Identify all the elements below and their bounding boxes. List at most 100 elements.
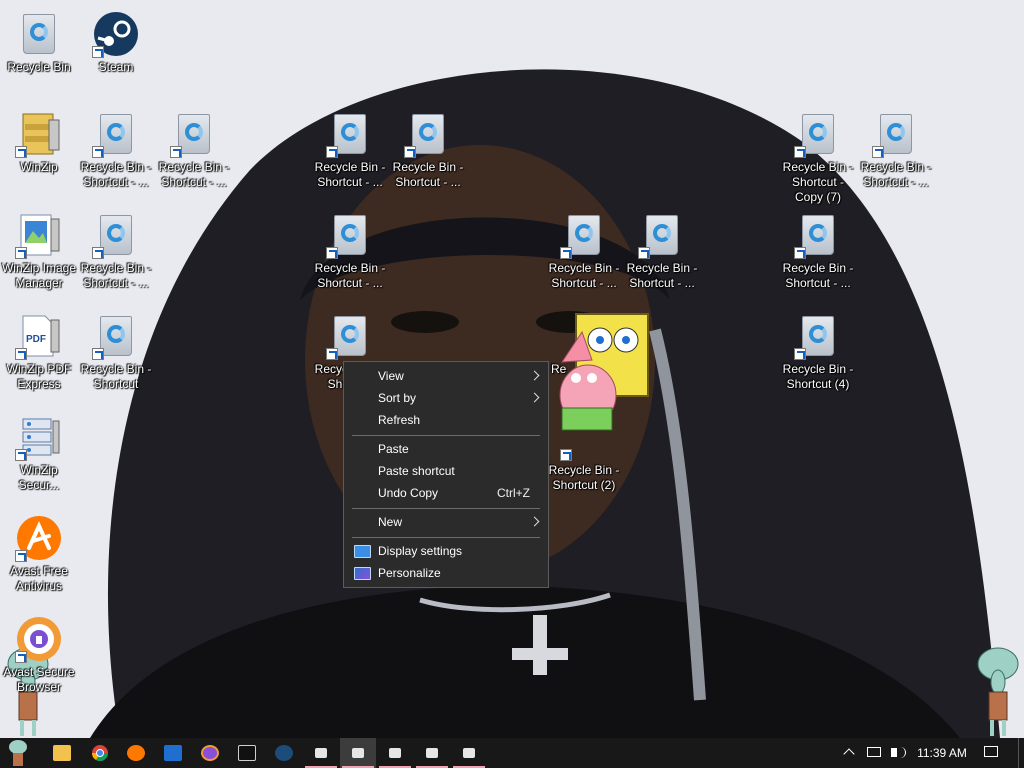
recycle-bin-shortcut-2[interactable]: Recycle Bin - Shortcut (2) bbox=[545, 413, 623, 493]
icon-label: Recycle Bin - Shortcut - ... bbox=[860, 160, 932, 189]
icon-label: Recycle Bin - Shortcut - ... bbox=[80, 160, 152, 189]
chevron-right-icon bbox=[529, 370, 540, 381]
taskbar-winzip[interactable] bbox=[155, 738, 191, 768]
recycle-bin-shortcut[interactable]: Recycle Bin - Shortcut - ... bbox=[623, 211, 701, 291]
taskbar-chrome[interactable] bbox=[82, 738, 118, 768]
icon-label: WinZip bbox=[20, 160, 58, 174]
action-center-button[interactable] bbox=[980, 738, 1002, 768]
icon-label: Re bbox=[551, 362, 567, 376]
icon-label: Recycle Bin - Shortcut - Copy (7) bbox=[782, 160, 854, 204]
taskbar-avast[interactable] bbox=[118, 738, 154, 768]
window-icon bbox=[389, 748, 401, 758]
menu-separator bbox=[352, 508, 540, 509]
recycle-bin-shortcut-4[interactable]: Recycle Bin - Shortcut (4) bbox=[779, 312, 857, 392]
recycle-bin-shortcut[interactable]: Recycle Bin - Shortcut - ... bbox=[311, 211, 389, 291]
taskbar-avast-secure-browser[interactable] bbox=[192, 738, 228, 768]
icon-label: Recycle Bin - Shortcut (4) bbox=[782, 362, 854, 391]
chevron-right-icon bbox=[529, 392, 540, 403]
winzip-shortcut[interactable]: WinZip bbox=[0, 110, 78, 175]
taskbar-steam[interactable] bbox=[266, 738, 302, 768]
menu-item-display-settings[interactable]: Display settings bbox=[344, 540, 548, 562]
recycle-bin-shortcut[interactable]: Recycle Bin - Shortcut - ... bbox=[77, 211, 155, 291]
winzip-icon bbox=[164, 745, 182, 761]
personalize-icon bbox=[354, 567, 371, 580]
menu-separator bbox=[352, 537, 540, 538]
recycle-bin[interactable]: Recycle Bin bbox=[0, 10, 78, 75]
icon-label: Recycle Bin - Shortcut (2) bbox=[548, 463, 620, 492]
avast-free-antivirus-shortcut[interactable]: Avast Free Antivirus bbox=[0, 514, 78, 594]
icon-label: Recycle Bin - Shortcut bbox=[80, 362, 152, 391]
clock[interactable]: 11:39 AM bbox=[914, 738, 970, 768]
recycle-bin-shortcut[interactable]: Recycle Bin - Shortcut - ... bbox=[857, 110, 935, 190]
clock-time: 11:39 AM bbox=[917, 746, 967, 760]
menu-item-new[interactable]: New bbox=[344, 511, 548, 533]
show-hidden-icons-button[interactable] bbox=[840, 738, 860, 768]
taskbar-window-3[interactable] bbox=[377, 738, 413, 768]
menu-item-undo-copy[interactable]: Undo Copy Ctrl+Z bbox=[344, 482, 548, 504]
avast-secure-browser-shortcut[interactable]: Avast Secure Browser bbox=[0, 615, 78, 695]
icon-label: WinZip Secur... bbox=[18, 463, 60, 492]
taskbar-file-explorer[interactable] bbox=[44, 738, 80, 768]
menu-item-label: View bbox=[378, 369, 404, 383]
cmd-icon bbox=[238, 745, 256, 761]
notification-icon bbox=[984, 746, 998, 757]
menu-item-view[interactable]: View bbox=[344, 365, 548, 387]
volume-button[interactable] bbox=[888, 738, 910, 768]
icon-label: Recycle Bin bbox=[7, 60, 71, 74]
recycle-bin-shortcut-copy[interactable]: Recycle Bin - Shortcut - Copy (7) bbox=[779, 110, 857, 205]
chevron-right-icon bbox=[529, 516, 540, 527]
recycle-bin-shortcut[interactable]: Recycle Bin - Shortcut - ... bbox=[155, 110, 233, 190]
avast-icon bbox=[127, 745, 145, 761]
icon-label: Recycle Bin - Shortcut - ... bbox=[80, 261, 152, 290]
menu-item-label: Undo Copy bbox=[378, 486, 439, 500]
recycle-bin-shortcut[interactable]: Recycle Bin - Shortcut - ... bbox=[77, 110, 155, 190]
start-button[interactable] bbox=[0, 738, 36, 768]
winzip-image-manager-shortcut[interactable]: WinZip Image Manager bbox=[0, 211, 78, 291]
taskbar-window-5[interactable] bbox=[451, 738, 487, 768]
shortcut-hint: Ctrl+Z bbox=[497, 486, 530, 500]
menu-item-label: Personalize bbox=[378, 566, 441, 580]
squidward-sticker-right bbox=[977, 647, 1019, 736]
menu-item-label: Refresh bbox=[378, 413, 421, 427]
window-icon bbox=[352, 748, 364, 758]
icon-label: Recycle Bin - Shortcut - ... bbox=[158, 160, 230, 189]
display-icon bbox=[354, 545, 371, 558]
svg-text:PDF: PDF bbox=[26, 334, 46, 345]
taskbar-window-1[interactable] bbox=[303, 738, 339, 768]
icon-label: Avast Secure Browser bbox=[3, 665, 75, 694]
steam-shortcut[interactable]: Steam bbox=[77, 10, 155, 75]
menu-item-label: Sort by bbox=[378, 391, 417, 405]
menu-item-sort-by[interactable]: Sort by bbox=[344, 387, 548, 409]
folder-icon bbox=[53, 745, 71, 761]
speaker-icon bbox=[891, 748, 897, 757]
icon-label: Steam bbox=[98, 60, 134, 74]
network-button[interactable] bbox=[864, 738, 886, 768]
menu-item-label: Display settings bbox=[378, 544, 463, 558]
menu-item-refresh[interactable]: Refresh bbox=[344, 409, 548, 431]
chrome-icon bbox=[91, 745, 109, 762]
icon-label: Recycle Bin - Shortcut - ... bbox=[314, 160, 386, 189]
taskbar-window-2[interactable] bbox=[340, 738, 376, 768]
menu-item-paste-shortcut[interactable]: Paste shortcut bbox=[344, 460, 548, 482]
desktop[interactable]: Recycle Bin Steam WinZip Recycle Bin - S… bbox=[0, 0, 1024, 738]
menu-item-paste[interactable]: Paste bbox=[344, 438, 548, 460]
icon-label: Recycle Bin - Shortcut - ... bbox=[782, 261, 854, 290]
recycle-bin-shortcut[interactable]: Recycle Bin - Shortcut - ... bbox=[779, 211, 857, 291]
window-icon bbox=[426, 748, 438, 758]
recycle-bin-shortcut[interactable]: Recycle Bin - Shortcut - ... bbox=[545, 211, 623, 291]
menu-item-personalize[interactable]: Personalize bbox=[344, 562, 548, 584]
recycle-bin-shortcut[interactable]: Recycle Bin - Shortcut bbox=[77, 312, 155, 392]
icon-label: Recycle Bin - Shortcut - ... bbox=[626, 261, 698, 290]
recycle-bin-shortcut[interactable]: Recycle Bin - Shortcut - ... bbox=[311, 110, 389, 190]
show-desktop-button[interactable] bbox=[1018, 738, 1024, 768]
sound-waves bbox=[899, 747, 906, 758]
taskbar-window-4[interactable] bbox=[414, 738, 450, 768]
steam-icon bbox=[275, 745, 293, 761]
chevron-up-icon bbox=[843, 748, 855, 760]
taskbar-command-prompt[interactable] bbox=[229, 738, 265, 768]
recycle-bin-shortcut-partial[interactable]: Re bbox=[545, 312, 623, 377]
menu-item-label: Paste shortcut bbox=[378, 464, 455, 478]
winzip-secure-shortcut[interactable]: WinZip Secur... bbox=[0, 413, 78, 493]
recycle-bin-shortcut[interactable]: Recycle Bin - Shortcut - ... bbox=[389, 110, 467, 190]
winzip-pdf-express-shortcut[interactable]: PDF WinZip PDF Express bbox=[0, 312, 78, 392]
